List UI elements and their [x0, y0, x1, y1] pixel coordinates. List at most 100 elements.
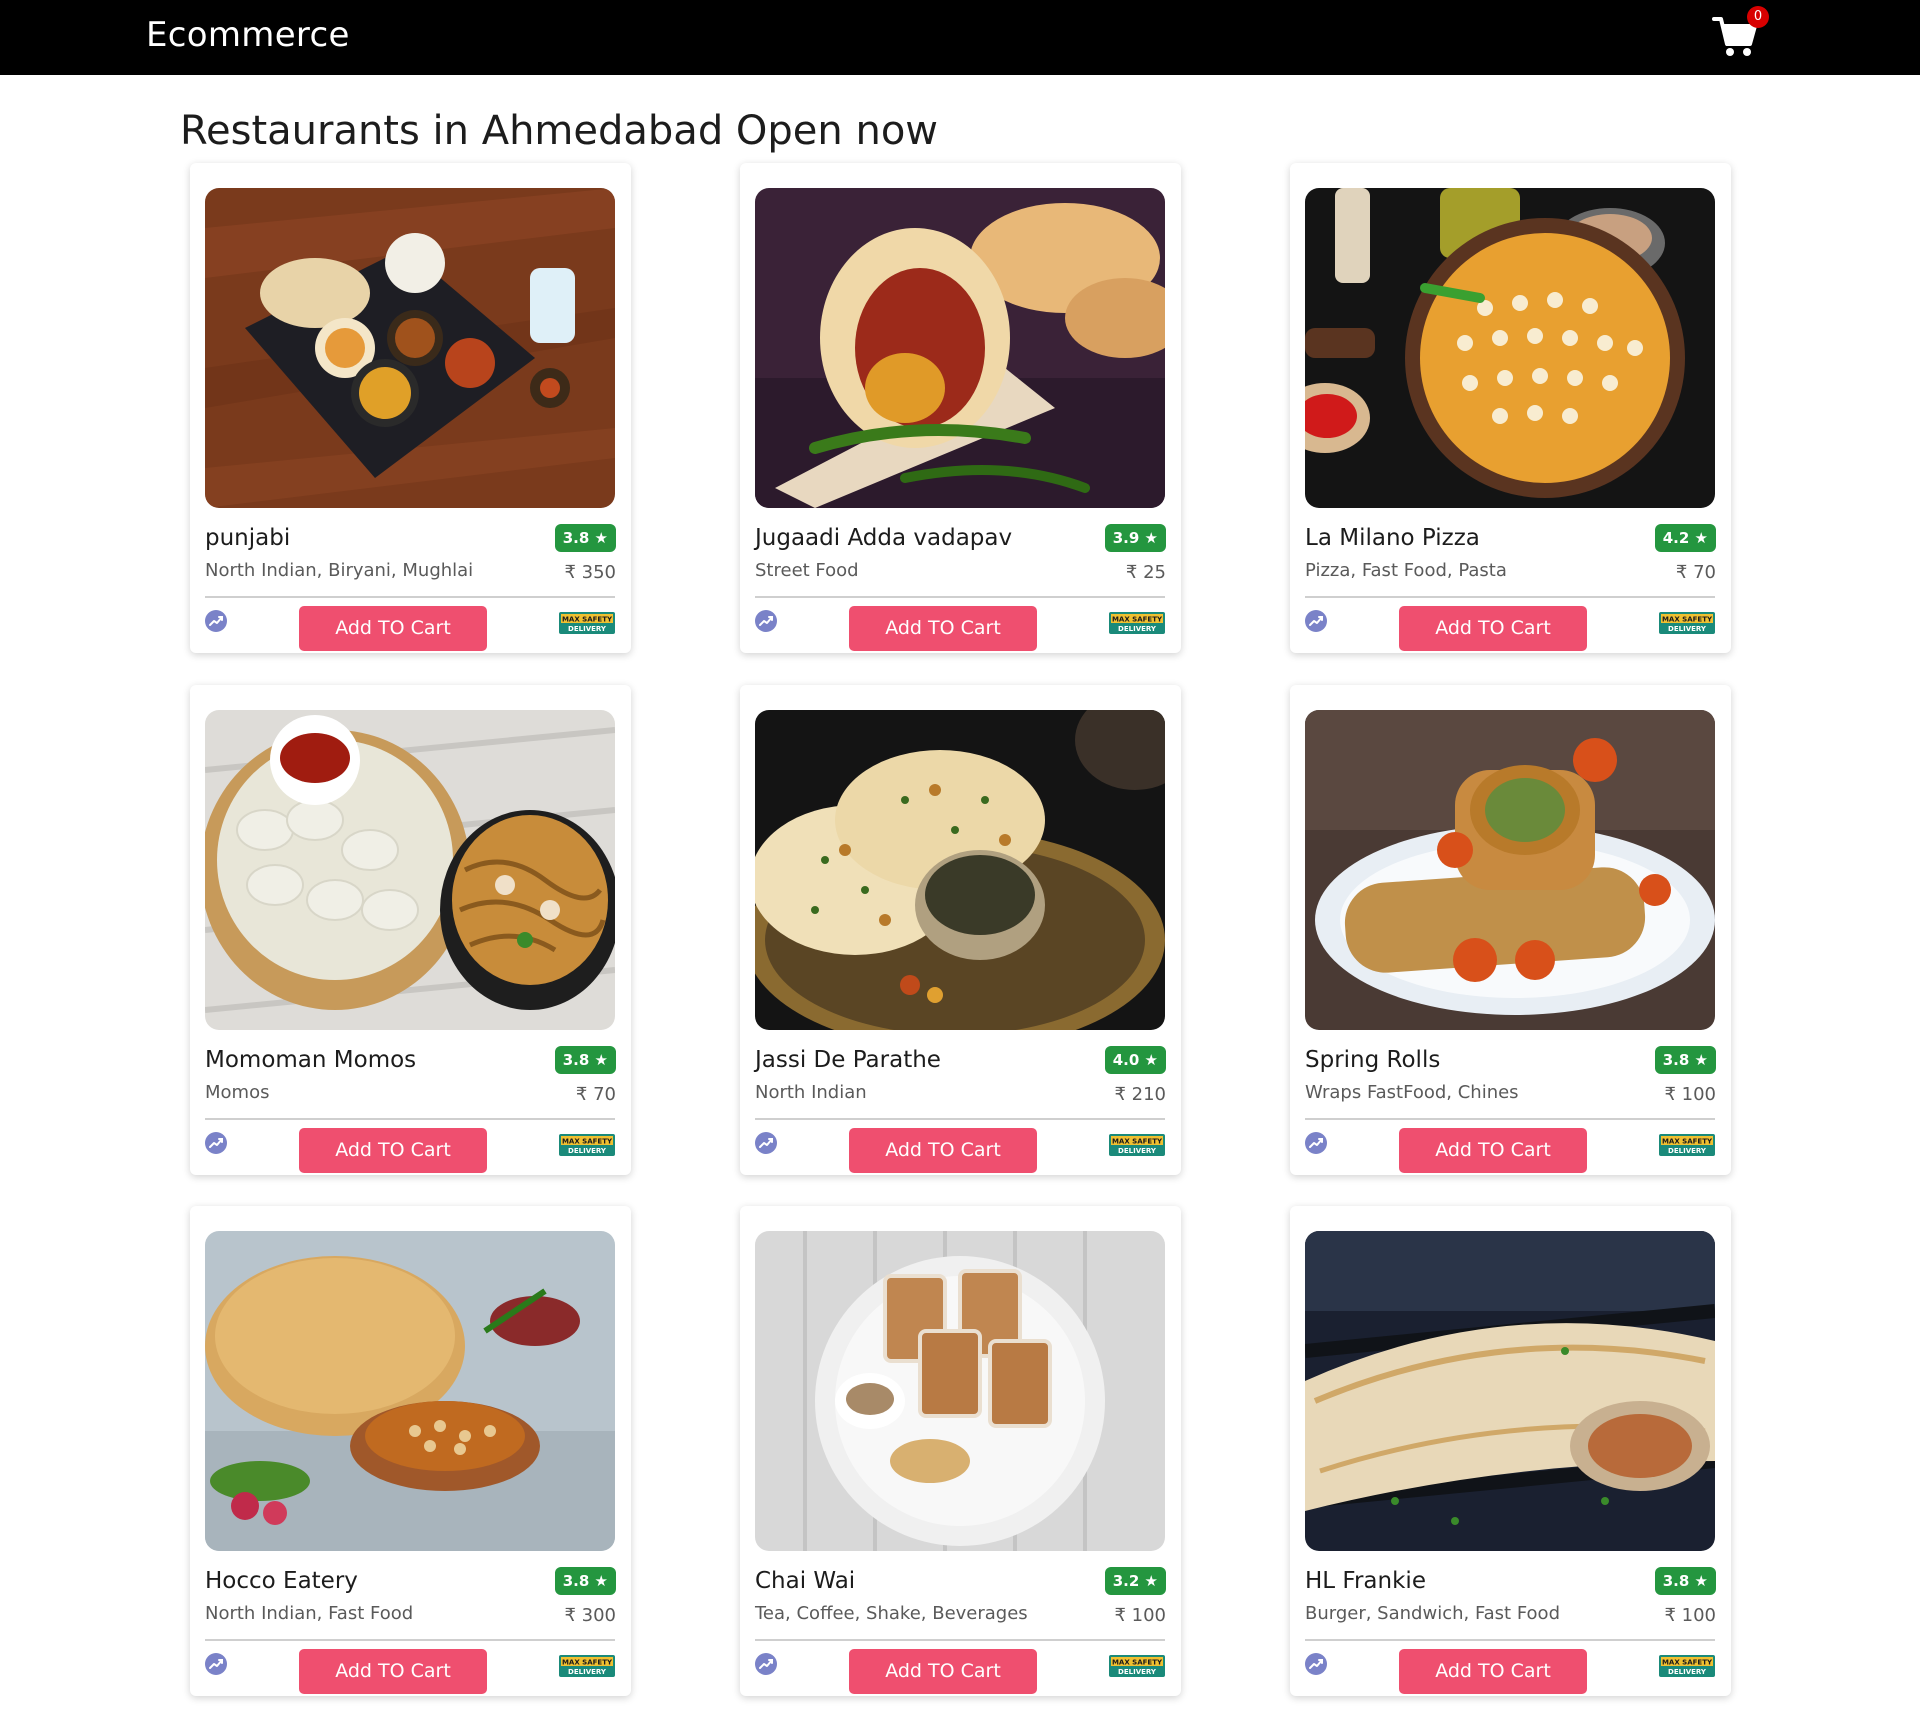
restaurant-photo[interactable] — [1305, 188, 1715, 508]
restaurant-name[interactable]: La Milano Pizza — [1305, 523, 1480, 553]
add-to-cart-button[interactable]: Add TO Cart — [849, 1128, 1037, 1173]
add-to-cart-button[interactable]: Add TO Cart — [1399, 1128, 1587, 1173]
chole-bhature-image — [205, 1231, 615, 1551]
star-icon: ★ — [594, 1051, 608, 1069]
rating-badge: 3.8 ★ — [1654, 1567, 1716, 1595]
add-to-cart-button[interactable]: Add TO Cart — [849, 606, 1037, 651]
trending-up-icon — [755, 1132, 777, 1154]
restaurant-card[interactable]: punjabi 3.8 ★ North Indian, Biryani, Mug… — [190, 163, 631, 653]
safety-badge-line2: DELIVERY — [1668, 625, 1707, 633]
restaurant-card[interactable]: Chai Wai 3.2 ★ Tea, Coffee, Shake, Bever… — [740, 1206, 1181, 1696]
rupee-icon: ₹ — [1675, 562, 1688, 583]
rupee-icon: ₹ — [1664, 1084, 1676, 1105]
star-icon: ★ — [1144, 1051, 1158, 1069]
star-icon: ★ — [1694, 1572, 1708, 1590]
restaurant-photo[interactable] — [755, 188, 1165, 508]
rupee-icon: ₹ — [1114, 1084, 1126, 1105]
rating-badge: 3.8 ★ — [554, 524, 616, 552]
vada-pav-image — [755, 188, 1165, 508]
add-to-cart-button[interactable]: Add TO Cart — [299, 1128, 487, 1173]
restaurant-name[interactable]: HL Frankie — [1305, 1566, 1426, 1596]
cuisine-text: Pizza, Fast Food, Pasta — [1305, 560, 1507, 581]
max-safety-delivery-icon: MAX SAFETY DELIVERY — [1659, 1134, 1715, 1156]
restaurant-card[interactable]: Jassi De Parathe 4.0 ★ North Indian ₹ 21… — [740, 685, 1181, 1175]
price-value: 300 — [581, 1605, 616, 1626]
add-to-cart-button[interactable]: Add TO Cart — [1399, 606, 1587, 651]
rating-badge: 4.0 ★ — [1104, 1046, 1166, 1074]
price-text: ₹ 100 — [1664, 1604, 1716, 1628]
cuisine-text: Wraps FastFood, Chines — [1305, 1082, 1519, 1103]
cuisine-text: Momos — [205, 1082, 270, 1103]
frankie-image — [1305, 1231, 1715, 1551]
price-text: ₹ 100 — [1114, 1604, 1166, 1628]
trending-up-icon — [205, 1132, 227, 1154]
cuisine-text: Tea, Coffee, Shake, Beverages — [755, 1603, 1028, 1624]
restaurant-photo[interactable] — [205, 188, 615, 508]
star-icon: ★ — [1694, 529, 1708, 547]
restaurant-card[interactable]: Jugaadi Adda vadapav 3.9 ★ Street Food ₹… — [740, 163, 1181, 653]
cuisine-text: Burger, Sandwich, Fast Food — [1305, 1603, 1560, 1624]
restaurant-photo[interactable] — [755, 1231, 1165, 1551]
restaurant-card[interactable]: Hocco Eatery 3.8 ★ North Indian, Fast Fo… — [190, 1206, 631, 1696]
rating-badge: 3.2 ★ — [1104, 1567, 1166, 1595]
price-value: 25 — [1143, 562, 1166, 583]
rating-value: 3.8 — [562, 1051, 590, 1069]
cuisine-text: North Indian, Biryani, Mughlai — [205, 560, 474, 581]
trending-up-icon — [1305, 610, 1327, 632]
safety-badge-line2: DELIVERY — [568, 625, 607, 633]
safety-badge-line1: MAX SAFETY — [562, 1659, 613, 1667]
rating-value: 3.8 — [1662, 1051, 1690, 1069]
add-to-cart-button[interactable]: Add TO Cart — [1399, 1649, 1587, 1694]
safety-badge-line2: DELIVERY — [1118, 625, 1157, 633]
restaurant-photo[interactable] — [1305, 710, 1715, 1030]
chai-glasses-image — [755, 1231, 1165, 1551]
wrap-roll-image — [1305, 710, 1715, 1030]
price-text: ₹ 70 — [576, 1083, 616, 1107]
add-to-cart-button[interactable]: Add TO Cart — [299, 1649, 487, 1694]
price-value: 70 — [593, 1084, 616, 1105]
safety-badge-line1: MAX SAFETY — [1662, 1138, 1713, 1146]
card-divider — [205, 596, 615, 598]
restaurant-name[interactable]: punjabi — [205, 523, 290, 553]
restaurant-photo[interactable] — [205, 1231, 615, 1551]
restaurant-photo[interactable] — [205, 710, 615, 1030]
rating-badge: 3.9 ★ — [1104, 524, 1166, 552]
rating-value: 3.8 — [562, 529, 590, 547]
rating-badge: 3.8 ★ — [554, 1567, 616, 1595]
restaurant-name[interactable]: Chai Wai — [755, 1566, 855, 1596]
cuisine-text: North Indian, Fast Food — [205, 1603, 414, 1624]
price-text: ₹ 210 — [1114, 1083, 1166, 1107]
card-divider — [205, 1118, 615, 1120]
restaurant-photo[interactable] — [1305, 1231, 1715, 1551]
add-to-cart-button[interactable]: Add TO Cart — [299, 606, 487, 651]
add-to-cart-button[interactable]: Add TO Cart — [849, 1649, 1037, 1694]
max-safety-delivery-icon: MAX SAFETY DELIVERY — [1659, 1655, 1715, 1677]
price-value: 100 — [1131, 1605, 1166, 1626]
restaurant-name[interactable]: Hocco Eatery — [205, 1566, 358, 1596]
max-safety-delivery-icon: MAX SAFETY DELIVERY — [559, 1655, 615, 1677]
restaurant-card[interactable]: HL Frankie 3.8 ★ Burger, Sandwich, Fast … — [1290, 1206, 1731, 1696]
price-value: 210 — [1131, 1084, 1166, 1105]
restaurant-name[interactable]: Jugaadi Adda vadapav — [755, 523, 1012, 553]
rating-value: 3.8 — [1662, 1572, 1690, 1590]
card-divider — [755, 1639, 1165, 1641]
restaurant-photo[interactable] — [755, 710, 1165, 1030]
safety-badge-line1: MAX SAFETY — [562, 1138, 613, 1146]
card-divider — [755, 596, 1165, 598]
card-divider — [1305, 1639, 1715, 1641]
momos-noodles-image — [205, 710, 615, 1030]
max-safety-delivery-icon: MAX SAFETY DELIVERY — [559, 612, 615, 634]
safety-badge-line2: DELIVERY — [1118, 1668, 1157, 1676]
card-divider — [755, 1118, 1165, 1120]
safety-badge-line1: MAX SAFETY — [1112, 1659, 1163, 1667]
restaurant-name[interactable]: Momoman Momos — [205, 1045, 416, 1075]
price-text: ₹ 25 — [1126, 561, 1166, 585]
restaurant-name[interactable]: Spring Rolls — [1305, 1045, 1440, 1075]
star-icon: ★ — [594, 1572, 608, 1590]
restaurant-card[interactable]: Spring Rolls 3.8 ★ Wraps FastFood, Chine… — [1290, 685, 1731, 1175]
restaurant-card[interactable]: La Milano Pizza 4.2 ★ Pizza, Fast Food, … — [1290, 163, 1731, 653]
restaurant-card[interactable]: Momoman Momos 3.8 ★ Momos ₹ 70 Add TO Ca… — [190, 685, 631, 1175]
restaurant-name[interactable]: Jassi De Parathe — [755, 1045, 941, 1075]
restaurant-grid: punjabi 3.8 ★ North Indian, Biryani, Mug… — [0, 0, 1920, 1725]
price-value: 350 — [581, 562, 616, 583]
